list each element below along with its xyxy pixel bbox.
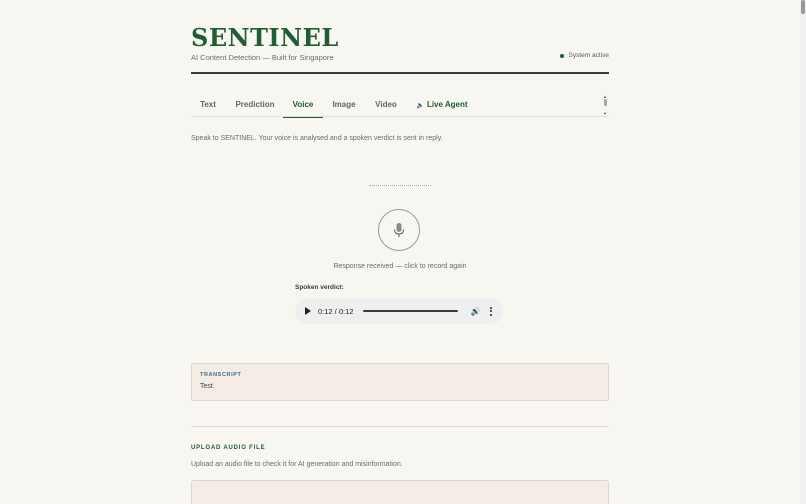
tab-image[interactable]: Image bbox=[329, 95, 359, 117]
spoken-verdict-label: Spoken verdict: bbox=[295, 284, 344, 291]
speaker-icon: 🔈 bbox=[416, 103, 424, 109]
microphone-icon bbox=[394, 223, 404, 237]
upload-heading: UPLOAD AUDIO FILE bbox=[191, 445, 266, 451]
tab-scrollbar[interactable]: ▲ ▼ bbox=[601, 94, 609, 116]
tab-text[interactable]: Text bbox=[191, 95, 225, 117]
tab-live-agent[interactable]: 🔈 Live Agent bbox=[415, 95, 469, 117]
tab-voice[interactable]: Voice bbox=[283, 95, 323, 118]
record-status: Response received — click to record agai… bbox=[333, 263, 467, 270]
tab-video[interactable]: Video bbox=[371, 95, 401, 117]
tab-live-agent-label: Live Agent bbox=[426, 100, 468, 109]
scroll-down-icon[interactable]: ▼ bbox=[603, 111, 607, 116]
page-scroll-thumb[interactable] bbox=[801, 0, 805, 14]
volume-icon[interactable]: 🔊 bbox=[470, 307, 480, 316]
status-text: System active bbox=[568, 52, 609, 59]
tab-bar: Text Prediction Voice Image Video 🔈 Live … bbox=[191, 94, 609, 118]
status-dot-icon bbox=[559, 53, 564, 58]
page-scrollbar[interactable] bbox=[800, 0, 806, 504]
upload-description: Upload an audio file to check it for AI … bbox=[191, 461, 403, 468]
logo: SENTINEL bbox=[191, 23, 339, 52]
voice-intro: Speak to SENTINEL. Your voice is analyse… bbox=[191, 135, 443, 142]
tagline: AI Content Detection — Built for Singapo… bbox=[191, 53, 334, 62]
header-divider bbox=[191, 72, 609, 74]
record-button[interactable] bbox=[378, 209, 420, 251]
transcript-panel: TRANSCRIPT Test. bbox=[191, 363, 609, 401]
system-status: System active bbox=[559, 52, 609, 59]
tab-scroll-thumb[interactable] bbox=[603, 99, 607, 106]
tab-prediction[interactable]: Prediction bbox=[231, 95, 279, 117]
play-icon[interactable] bbox=[305, 307, 311, 315]
section-divider bbox=[191, 426, 609, 427]
scroll-up-icon[interactable]: ▲ bbox=[603, 94, 607, 99]
audio-time: 0:12 / 0:12 bbox=[318, 306, 354, 316]
audio-progress-track[interactable] bbox=[363, 310, 459, 312]
transcript-text: Test. bbox=[200, 383, 215, 390]
transcript-heading: TRANSCRIPT bbox=[200, 372, 242, 378]
waveform-indicator bbox=[369, 185, 431, 186]
audio-player: 0:12 / 0:12 🔊 bbox=[295, 298, 503, 324]
more-options-icon[interactable] bbox=[490, 306, 493, 316]
audio-upload-dropzone[interactable] bbox=[191, 480, 609, 504]
